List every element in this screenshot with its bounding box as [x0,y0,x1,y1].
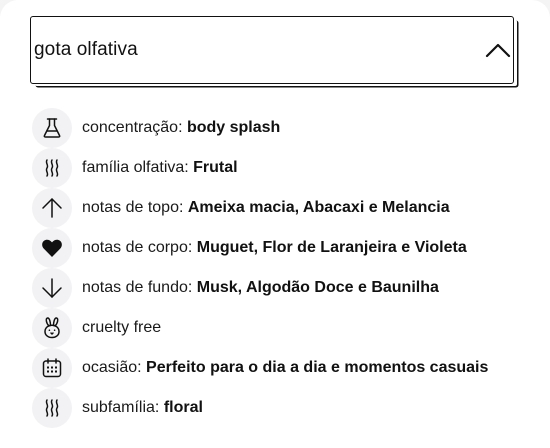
attribute-separator: : [178,119,187,136]
attribute-label: família olfativa [82,159,185,176]
attribute-label: notas de topo [82,199,179,216]
product-details-card: gota olfativa concentração: body splash [0,0,550,448]
scent-waves-icon [32,148,72,188]
attribute-value: floral [163,399,203,416]
flask-icon [32,108,72,148]
attribute-label: notas de fundo [82,279,188,296]
attribute-separator: : [178,199,188,216]
attribute-label: cruelty free [82,319,162,336]
attribute-value: Frutal [193,159,238,176]
attribute-row-subfamilia: subfamília: floral [32,388,488,428]
calendar-icon [32,348,72,388]
bunny-icon [32,308,72,348]
attribute-separator: : [154,399,164,416]
attribute-value: Perfeito para o dia a dia e momentos cas… [146,359,489,376]
attribute-separator: : [184,159,194,176]
attribute-value: Muguet, Flor de Laranjeira e Violeta [196,239,467,256]
attribute-value: Ameixa macia, Abacaxi e Melancia [187,199,450,216]
attribute-label: ocasião [82,359,138,376]
attribute-label: notas de corpo [82,239,188,256]
accordion-header-gota-olfativa[interactable]: gota olfativa [30,16,514,84]
chevron-up-icon[interactable] [483,39,513,61]
attribute-row-familia-olfativa: família olfativa: Frutal [32,148,488,188]
attribute-row-concentracao: concentração: body splash [32,108,488,148]
attribute-label: subfamília [82,399,155,416]
attribute-label: concentração [82,119,179,136]
attribute-row-cruelty-free: cruelty free [32,308,488,348]
attribute-separator: : [137,359,147,376]
attribute-list: concentração: body splash família olfati… [32,108,488,428]
attribute-row-notas-de-fundo: notas de fundo: Musk, Algodão Doce e Bau… [32,268,488,308]
arrow-up-icon [32,188,72,228]
attribute-separator: : [187,239,197,256]
attribute-value: Musk, Algodão Doce e Baunilha [196,279,439,296]
attribute-row-notas-de-corpo: notas de corpo: Muguet, Flor de Laranjei… [32,228,488,268]
attribute-separator: : [187,279,197,296]
attribute-row-notas-de-topo: notas de topo: Ameixa macia, Abacaxi e M… [32,188,488,228]
attribute-row-ocasiao: ocasião: Perfeito para o dia a dia e mom… [32,348,488,388]
scent-waves-icon [32,388,72,428]
heart-icon [32,228,72,268]
arrow-down-icon [32,268,72,308]
accordion-title: gota olfativa [34,39,138,60]
attribute-value: body splash [186,119,281,136]
